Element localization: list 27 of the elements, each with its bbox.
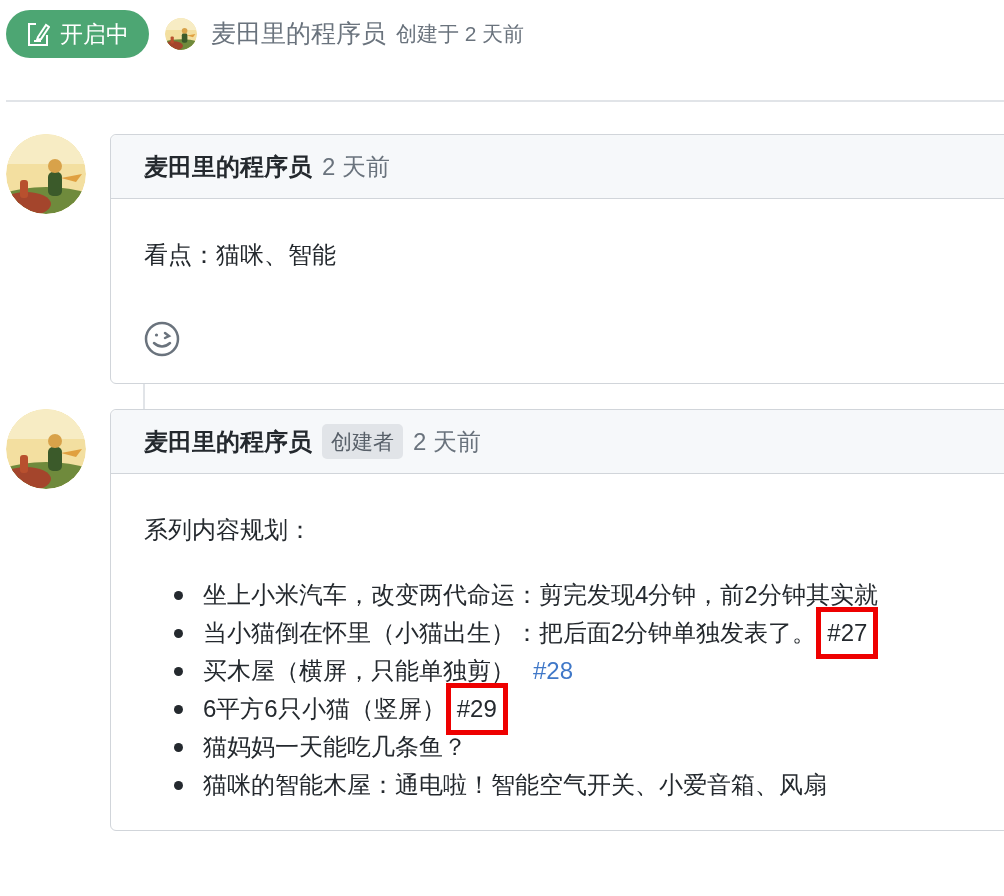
author-name[interactable]: 麦田里的程序员 (144, 148, 312, 185)
bullet-icon (174, 780, 183, 790)
bullet-icon (174, 628, 183, 638)
comment-time[interactable]: 2 天前 (413, 423, 481, 460)
bullet-icon (174, 590, 183, 600)
list-item-text: 6平方6只小猫（竖屏） (203, 694, 446, 724)
comment-text: 系列内容规划： (144, 515, 313, 545)
author-name[interactable]: 麦田里的程序员 (211, 15, 386, 53)
list-item-text: 当小猫倒在怀里（小猫出生）：把后面2分钟单独发表了。 (203, 618, 817, 648)
issue-reference: #27 (816, 607, 879, 659)
list-item-text: 猫咪的智能木屋：通电啦！智能空气开关、小爱音箱、风扇 (203, 770, 827, 800)
bullet-icon (174, 666, 183, 676)
list-item-text: 坐上小米汽车，改变两代命运：剪完发现4分钟，前2分钟其实就 (203, 580, 878, 610)
issue-reference: #29 (445, 683, 508, 735)
created-time: 创建于 2 天前 (396, 21, 525, 48)
role-label: 创建者 (322, 423, 403, 460)
issue-link[interactable]: #28 (533, 653, 574, 689)
list-item-text: 买木屋（横屏，只能单独剪） (203, 656, 515, 686)
smiley-icon[interactable] (144, 321, 180, 357)
list-item-text: 猫妈妈一天能吃几条鱼？ (203, 732, 467, 762)
bullet-icon (174, 704, 183, 714)
comment-time[interactable]: 2 天前 (322, 148, 390, 185)
comment-text: 看点：猫咪、智能 (144, 240, 337, 270)
edit-note-icon (26, 21, 50, 47)
author-name[interactable]: 麦田里的程序员 (144, 423, 312, 460)
bullet-icon (174, 742, 183, 752)
status-label: 开启中 (60, 19, 129, 49)
